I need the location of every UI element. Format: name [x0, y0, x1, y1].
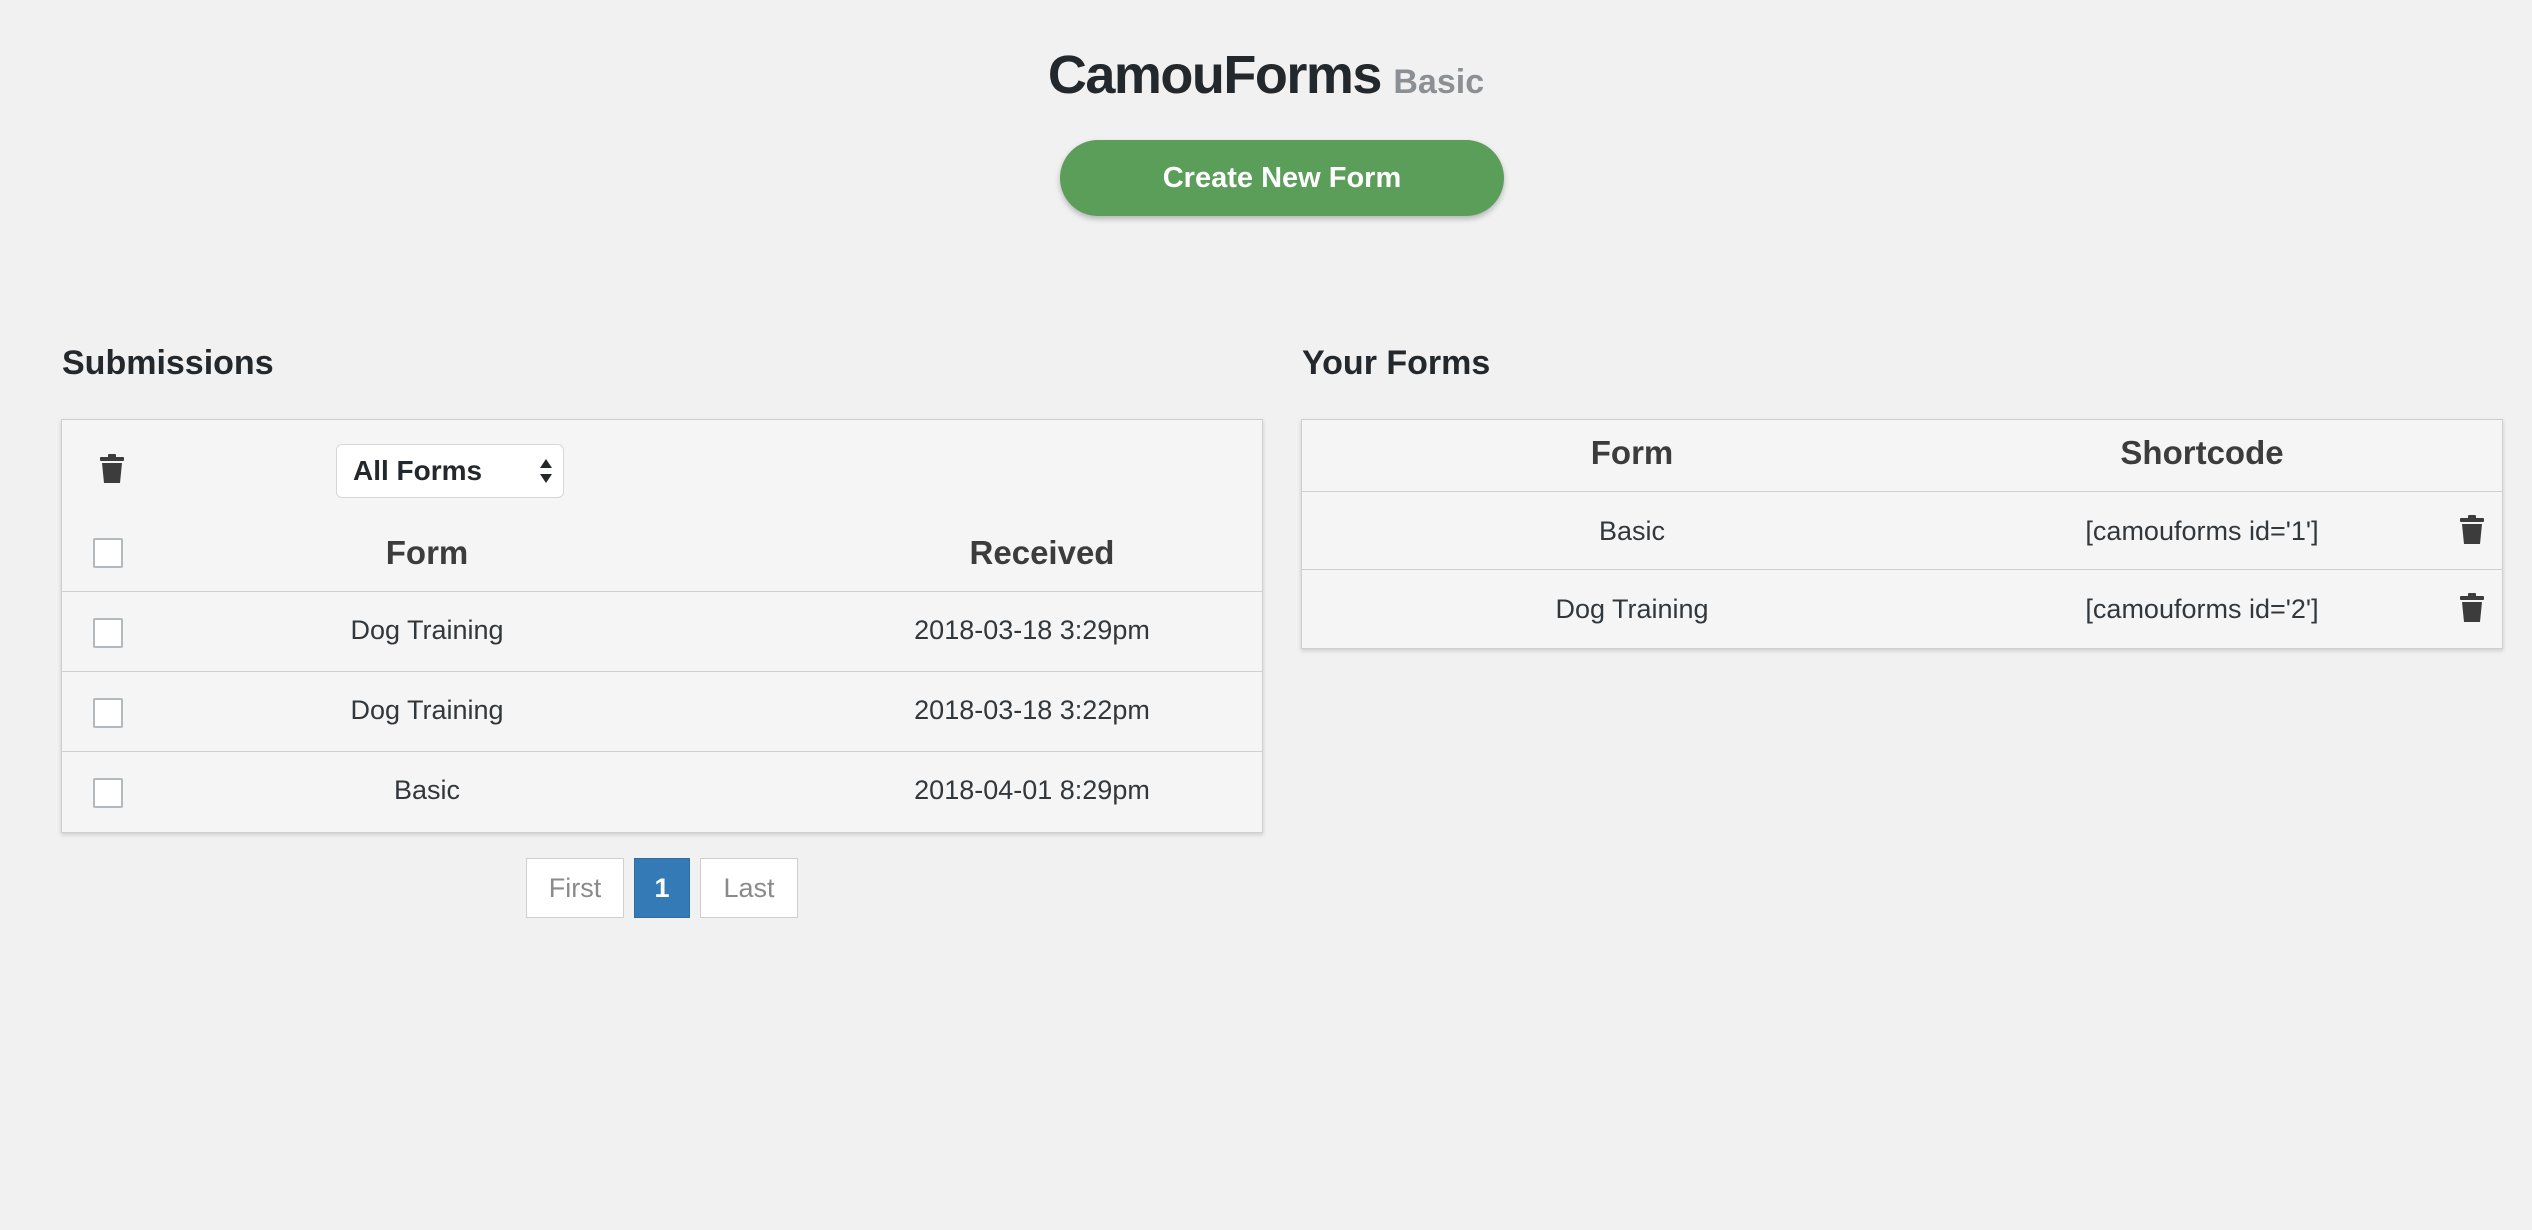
- row-shortcode: [camouforms id='2']: [2085, 594, 2319, 624]
- row-received-date: 2018-03-18 3:22pm: [914, 695, 1150, 725]
- row-checkbox[interactable]: [93, 698, 123, 728]
- row-divider: [1302, 491, 2502, 492]
- app-title: CamouForms: [1047, 45, 1383, 105]
- row-received-date: 2018-03-18 3:29pm: [914, 615, 1150, 645]
- plan-badge: Basic: [1393, 63, 1485, 101]
- row-form-name: Dog Training: [350, 695, 504, 725]
- row-form-name: Dog Training: [1555, 594, 1709, 624]
- row-divider: [1302, 569, 2502, 570]
- column-header-received[interactable]: Received: [812, 534, 1272, 572]
- pagination-last-button[interactable]: Last: [700, 858, 798, 918]
- trash-icon: [2459, 515, 2485, 545]
- row-checkbox[interactable]: [93, 778, 123, 808]
- select-arrows-icon: [539, 457, 553, 485]
- row-form-name: Basic: [1598, 516, 1666, 546]
- delete-selected-button[interactable]: [99, 454, 125, 489]
- column-header-shortcode: Shortcode: [2120, 434, 2284, 471]
- pagination-first-button[interactable]: First: [526, 858, 624, 918]
- submissions-title: Submissions: [62, 344, 274, 382]
- delete-form-button[interactable]: [2459, 593, 2485, 628]
- row-divider: [62, 751, 1262, 752]
- row-form-name: Dog Training: [350, 615, 504, 645]
- trash-icon: [99, 454, 125, 484]
- row-received-date: 2018-04-01 8:29pm: [914, 775, 1150, 805]
- submissions-panel: All Forms Form Received Dog Training 201…: [61, 419, 1263, 833]
- row-checkbox[interactable]: [93, 618, 123, 648]
- pagination-page-1[interactable]: 1: [634, 858, 690, 918]
- row-form-name: Basic: [393, 775, 461, 805]
- trash-icon: [2459, 593, 2485, 623]
- form-filter-value: All Forms: [353, 455, 483, 486]
- select-all-checkbox[interactable]: [93, 538, 123, 568]
- delete-form-button[interactable]: [2459, 515, 2485, 550]
- your-forms-title: Your Forms: [1302, 344, 1491, 382]
- brand-header: CamouForms Basic: [0, 44, 2532, 106]
- row-divider: [62, 671, 1262, 672]
- form-filter-select[interactable]: All Forms: [336, 444, 564, 498]
- row-shortcode: [camouforms id='1']: [2085, 516, 2319, 546]
- column-header-form[interactable]: Form: [292, 534, 562, 572]
- create-new-form-button[interactable]: Create New Form: [1060, 140, 1504, 216]
- forms-panel: Form Shortcode Basic [camouforms id='1']…: [1301, 419, 2503, 649]
- row-divider: [62, 591, 1262, 592]
- column-header-form: Form: [1590, 434, 1674, 471]
